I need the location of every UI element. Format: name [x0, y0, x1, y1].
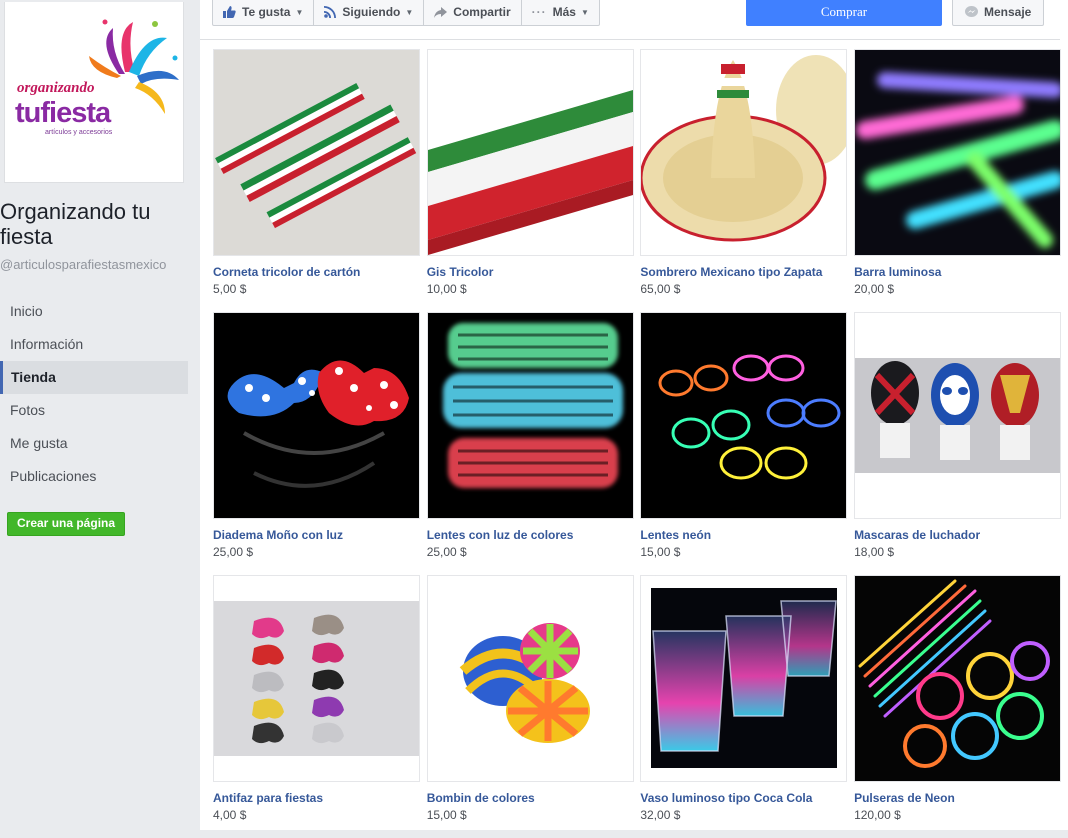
page-action-bar: Te gusta ▼ Siguiendo ▼ Compartir ··· Más…: [200, 0, 1060, 40]
product-price: 10,00 $: [426, 282, 467, 296]
color-hats-image: [427, 576, 633, 781]
rss-icon: [324, 6, 337, 18]
thumbs-up-icon: [223, 6, 236, 18]
product-image[interactable]: [426, 312, 634, 519]
product-card[interactable]: Lentes neón 15,00 $: [640, 312, 848, 575]
product-name[interactable]: Pulseras de Neon: [854, 791, 1061, 806]
product-image[interactable]: [854, 575, 1062, 782]
sombrero-image: [641, 50, 847, 255]
page-profile-picture[interactable]: organizando tufiesta artículos y accesor…: [4, 2, 184, 183]
following-label: Siguiendo: [342, 5, 401, 19]
led-glasses-image: [427, 313, 633, 518]
product-price: 20,00 $: [854, 282, 895, 296]
product-image[interactable]: [640, 575, 848, 782]
product-name[interactable]: Lentes con luz de colores: [427, 528, 634, 543]
product-card[interactable]: Mascaras de luchador 18,00 $: [854, 312, 1062, 575]
following-button[interactable]: Siguiendo ▼: [314, 0, 425, 25]
page-logo: organizando tufiesta artículos y accesor…: [15, 19, 179, 136]
product-image[interactable]: [426, 49, 634, 256]
neon-glasses-image: [641, 313, 847, 518]
page-username[interactable]: @articulosparafiestasmexico: [0, 257, 166, 272]
wrestler-masks-image: [855, 313, 1061, 518]
share-arrow-icon: [434, 6, 448, 18]
chevron-down-icon: ▼: [405, 7, 414, 17]
product-card[interactable]: Diadema Moño con luz 25,00 $: [213, 312, 420, 575]
neon-bracelets-image: [855, 576, 1061, 781]
product-grid: Corneta tricolor de cartón 5,00 $ Gis Tr…: [213, 49, 1062, 838]
page-title[interactable]: Organizando tu fiesta: [0, 199, 195, 249]
product-price: 65,00 $: [640, 282, 681, 296]
share-label: Compartir: [453, 5, 511, 19]
buy-button[interactable]: Comprar: [746, 0, 942, 26]
more-dots-icon: ···: [531, 5, 547, 19]
bow-headband-image: [214, 313, 419, 518]
share-button[interactable]: Compartir: [424, 0, 522, 25]
product-card[interactable]: Antifaz para fiestas 4,00 $: [213, 575, 420, 838]
product-name[interactable]: Mascaras de luchador: [854, 528, 1061, 543]
product-card[interactable]: Vaso luminoso tipo Coca Cola 32,00 $: [640, 575, 848, 838]
like-button[interactable]: Te gusta ▼: [213, 0, 315, 25]
product-card[interactable]: Pulseras de Neon 120,00 $: [854, 575, 1062, 838]
nav-item-fotos[interactable]: Fotos: [0, 394, 188, 427]
product-card[interactable]: Sombrero Mexicano tipo Zapata 65,00 $: [640, 49, 848, 312]
product-name[interactable]: Corneta tricolor de cartón: [213, 265, 420, 280]
product-image[interactable]: [640, 312, 848, 519]
logo-line1: organizando: [17, 80, 95, 96]
product-name[interactable]: Sombrero Mexicano tipo Zapata: [640, 265, 847, 280]
product-image[interactable]: [640, 49, 848, 256]
message-button[interactable]: Mensaje: [952, 0, 1045, 26]
product-name[interactable]: Bombin de colores: [427, 791, 634, 806]
product-image[interactable]: [213, 312, 420, 519]
product-price: 5,00 $: [213, 282, 247, 296]
main-content: Te gusta ▼ Siguiendo ▼ Compartir ··· Más…: [200, 0, 1068, 830]
message-label: Mensaje: [984, 5, 1032, 19]
chevron-down-icon: ▼: [295, 7, 304, 17]
product-name[interactable]: Antifaz para fiestas: [213, 791, 420, 806]
product-name[interactable]: Barra luminosa: [854, 265, 1061, 280]
messenger-icon: [965, 6, 978, 18]
nav-item-publicaciones[interactable]: Publicaciones: [0, 460, 188, 493]
action-button-group: Te gusta ▼ Siguiendo ▼ Compartir ··· Más…: [212, 0, 600, 26]
tricolor-chalk-image: [427, 50, 633, 255]
product-price: 25,00 $: [426, 545, 467, 559]
more-label: Más: [552, 5, 576, 19]
product-image[interactable]: [213, 575, 420, 782]
logo-line2: tufiesta: [15, 97, 112, 129]
product-card[interactable]: Gis Tricolor 10,00 $: [426, 49, 634, 312]
product-image[interactable]: [213, 49, 420, 256]
nav-item-informacion[interactable]: Información: [0, 328, 188, 361]
nav-item-me-gusta[interactable]: Me gusta: [0, 427, 188, 460]
product-image[interactable]: [426, 575, 634, 782]
product-card[interactable]: Barra luminosa 20,00 $: [854, 49, 1062, 312]
product-price: 4,00 $: [213, 808, 247, 822]
product-name[interactable]: Lentes neón: [640, 528, 847, 543]
tricolor-horns-image: [214, 50, 419, 255]
product-price: 25,00 $: [213, 545, 254, 559]
product-card[interactable]: Lentes con luz de colores 25,00 $: [426, 312, 634, 575]
create-page-button[interactable]: Crear una página: [7, 512, 126, 536]
product-price: 18,00 $: [854, 545, 895, 559]
product-price: 120,00 $: [854, 808, 901, 822]
more-button[interactable]: ··· Más ▼: [522, 0, 599, 25]
left-column: organizando tufiesta artículos y accesor…: [0, 0, 200, 830]
party-masks-image: [214, 576, 419, 781]
product-card[interactable]: Bombin de colores 15,00 $: [426, 575, 634, 838]
product-name[interactable]: Vaso luminoso tipo Coca Cola: [640, 791, 847, 806]
glow-sticks-image: [855, 50, 1061, 255]
nav-item-tienda[interactable]: Tienda: [0, 361, 188, 394]
page-navigation: Inicio Información Tienda Fotos Me gusta…: [0, 295, 188, 493]
logo-tagline: artículos y accesorios: [45, 129, 113, 136]
product-image[interactable]: [854, 312, 1062, 519]
product-card[interactable]: Corneta tricolor de cartón 5,00 $: [213, 49, 420, 312]
nav-item-inicio[interactable]: Inicio: [0, 295, 188, 328]
chevron-down-icon: ▼: [580, 7, 589, 17]
product-name[interactable]: Gis Tricolor: [427, 265, 634, 280]
product-price: 15,00 $: [640, 545, 681, 559]
glow-cups-image: [641, 576, 847, 781]
product-price: 32,00 $: [640, 808, 681, 822]
product-name[interactable]: Diadema Moño con luz: [213, 528, 420, 543]
product-price: 15,00 $: [426, 808, 467, 822]
like-label: Te gusta: [242, 5, 291, 19]
product-image[interactable]: [854, 49, 1062, 256]
